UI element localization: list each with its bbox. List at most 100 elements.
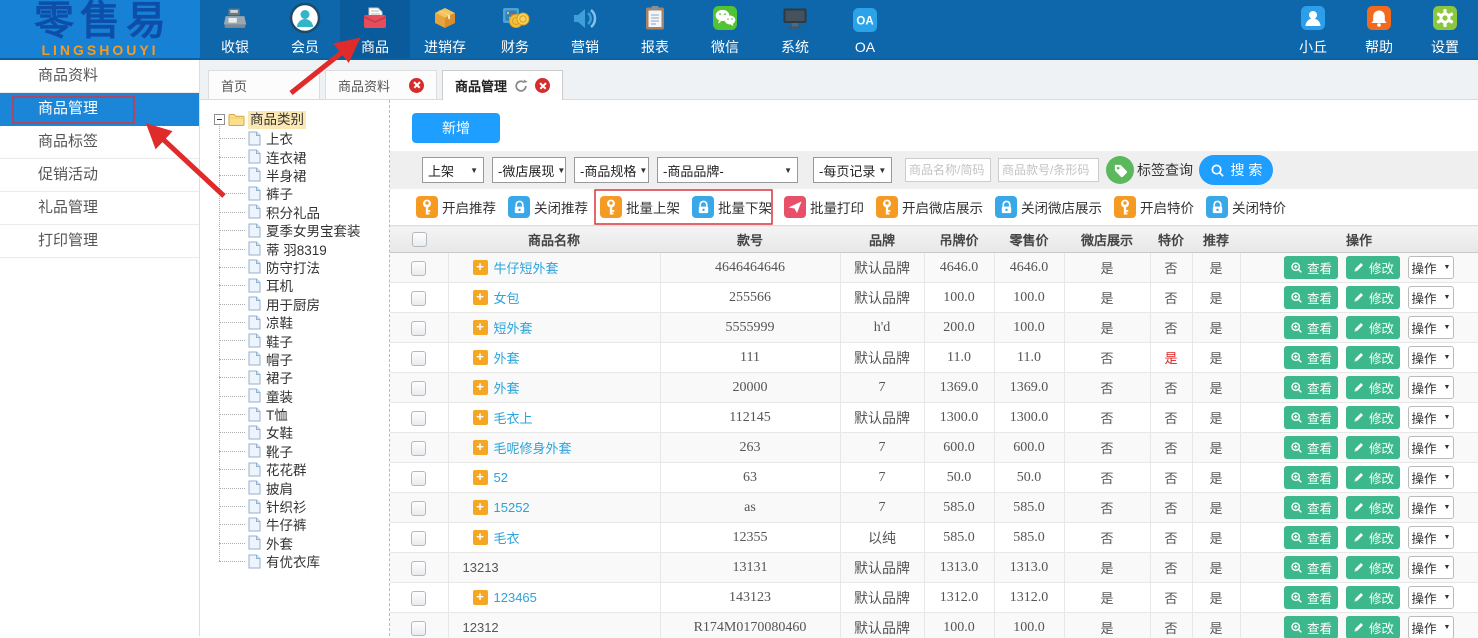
nav-item-7[interactable]: 报表 [620, 0, 690, 58]
row-checkbox[interactable] [411, 531, 426, 546]
filter-select-4[interactable]: -商品品牌-▼ [657, 157, 798, 183]
filter-input-2[interactable] [998, 158, 1099, 182]
edit-button[interactable]: 修改 [1346, 406, 1400, 429]
nav-right-item-3[interactable]: 设置 [1412, 0, 1478, 58]
product-name-link[interactable]: 女包 [494, 288, 520, 307]
more-actions-button[interactable]: 操作▼ [1408, 496, 1454, 519]
filter-select-1[interactable]: 上架▼ [422, 157, 484, 183]
view-button[interactable]: 查看 [1284, 406, 1338, 429]
sidebar-item-4[interactable]: 促销活动 [0, 159, 199, 192]
nav-item-10[interactable]: OAOA [830, 0, 900, 58]
edit-button[interactable]: 修改 [1346, 256, 1400, 279]
tree-node-18[interactable]: 靴子 [214, 442, 389, 460]
product-name-link[interactable]: 短外套 [494, 318, 533, 337]
filter-select-3[interactable]: -商品规格▼ [574, 157, 649, 183]
product-name-link[interactable]: 15252 [494, 500, 530, 515]
tree-node-5[interactable]: 积分礼品 [214, 203, 389, 221]
edit-button[interactable]: 修改 [1346, 556, 1400, 579]
expand-plus-icon[interactable]: + [473, 290, 488, 305]
expand-plus-icon[interactable]: + [473, 470, 488, 485]
tree-node-1[interactable]: 上衣 [214, 129, 389, 147]
product-name-link[interactable]: 毛衣上 [494, 408, 533, 427]
more-actions-button[interactable]: 操作▼ [1408, 316, 1454, 339]
nav-item-4[interactable]: 进销存 [410, 0, 480, 58]
more-actions-button[interactable]: 操作▼ [1408, 466, 1454, 489]
nav-item-8[interactable]: 微信 [690, 0, 760, 58]
product-name-link[interactable]: 牛仔短外套 [494, 258, 559, 277]
more-actions-button[interactable]: 操作▼ [1408, 376, 1454, 399]
refresh-icon[interactable] [514, 79, 528, 93]
add-button[interactable]: 新增 [412, 113, 500, 143]
more-actions-button[interactable]: 操作▼ [1408, 436, 1454, 459]
tab-2[interactable]: 商品资料 [325, 70, 437, 99]
more-actions-button[interactable]: 操作▼ [1408, 286, 1454, 309]
tree-root[interactable]: 商品类别 [214, 110, 389, 129]
expand-plus-icon[interactable]: + [473, 590, 488, 605]
product-name-link[interactable]: 外套 [494, 348, 520, 367]
edit-button[interactable]: 修改 [1346, 316, 1400, 339]
view-button[interactable]: 查看 [1284, 256, 1338, 279]
batch-action-6[interactable]: 开启微店展示 [876, 196, 983, 218]
more-actions-button[interactable]: 操作▼ [1408, 526, 1454, 549]
row-checkbox[interactable] [411, 591, 426, 606]
product-name-link[interactable]: 123465 [494, 590, 537, 605]
tab-1[interactable]: 首页 [208, 70, 320, 99]
batch-action-7[interactable]: 关闭微店展示 [995, 196, 1102, 218]
row-checkbox[interactable] [411, 501, 426, 516]
nav-right-item-1[interactable]: 小丘 [1280, 0, 1346, 58]
view-button[interactable]: 查看 [1284, 436, 1338, 459]
edit-button[interactable]: 修改 [1346, 526, 1400, 549]
more-actions-button[interactable]: 操作▼ [1408, 406, 1454, 429]
expand-plus-icon[interactable]: + [473, 440, 488, 455]
tree-node-8[interactable]: 防守打法 [214, 258, 389, 276]
close-tab-icon[interactable] [409, 78, 424, 93]
edit-button[interactable]: 修改 [1346, 466, 1400, 489]
tree-node-2[interactable]: 连衣裙 [214, 147, 389, 165]
nav-item-1[interactable]: 收银 [200, 0, 270, 58]
batch-action-2[interactable]: 关闭推荐 [508, 196, 588, 218]
tree-node-21[interactable]: 针织衫 [214, 497, 389, 515]
view-button[interactable]: 查看 [1284, 286, 1338, 309]
more-actions-button[interactable]: 操作▼ [1408, 586, 1454, 609]
more-actions-button[interactable]: 操作▼ [1408, 556, 1454, 579]
tree-node-11[interactable]: 凉鞋 [214, 313, 389, 331]
edit-button[interactable]: 修改 [1346, 586, 1400, 609]
view-button[interactable]: 查看 [1284, 496, 1338, 519]
nav-item-5[interactable]: 财务 [480, 0, 550, 58]
tag-search-button[interactable]: 标签查询 [1106, 156, 1193, 184]
nav-item-3[interactable]: 商品 [340, 0, 410, 58]
filter-input-1[interactable] [905, 158, 991, 182]
select-all-checkbox[interactable] [412, 232, 427, 247]
tree-node-15[interactable]: 童装 [214, 386, 389, 404]
row-checkbox[interactable] [411, 621, 426, 636]
tree-node-23[interactable]: 外套 [214, 534, 389, 552]
row-checkbox[interactable] [411, 471, 426, 486]
more-actions-button[interactable]: 操作▼ [1408, 616, 1454, 638]
tree-node-17[interactable]: 女鞋 [214, 423, 389, 441]
batch-action-8[interactable]: 开启特价 [1114, 196, 1194, 218]
expand-plus-icon[interactable]: + [473, 500, 488, 515]
view-button[interactable]: 查看 [1284, 346, 1338, 369]
row-checkbox[interactable] [411, 351, 426, 366]
batch-action-3[interactable]: 批量上架 [600, 196, 680, 218]
view-button[interactable]: 查看 [1284, 586, 1338, 609]
tree-node-9[interactable]: 耳机 [214, 276, 389, 294]
edit-button[interactable]: 修改 [1346, 346, 1400, 369]
expand-plus-icon[interactable]: + [473, 410, 488, 425]
tree-node-12[interactable]: 鞋子 [214, 331, 389, 349]
close-tab-icon[interactable] [535, 78, 550, 93]
tree-node-24[interactable]: 有优衣库 [214, 552, 389, 570]
tree-node-7[interactable]: 蒂 羽8319 [214, 239, 389, 257]
edit-button[interactable]: 修改 [1346, 616, 1400, 638]
product-name-link[interactable]: 52 [494, 470, 508, 485]
product-name-link[interactable]: 毛衣 [494, 528, 520, 547]
tree-node-3[interactable]: 半身裙 [214, 166, 389, 184]
more-actions-button[interactable]: 操作▼ [1408, 256, 1454, 279]
nav-item-6[interactable]: 营销 [550, 0, 620, 58]
tree-node-4[interactable]: 裤子 [214, 184, 389, 202]
view-button[interactable]: 查看 [1284, 316, 1338, 339]
batch-action-4[interactable]: 批量下架 [692, 196, 772, 218]
tree-node-19[interactable]: 花花群 [214, 460, 389, 478]
nav-item-9[interactable]: 系统 [760, 0, 830, 58]
search-button[interactable]: 搜 索 [1199, 155, 1273, 185]
